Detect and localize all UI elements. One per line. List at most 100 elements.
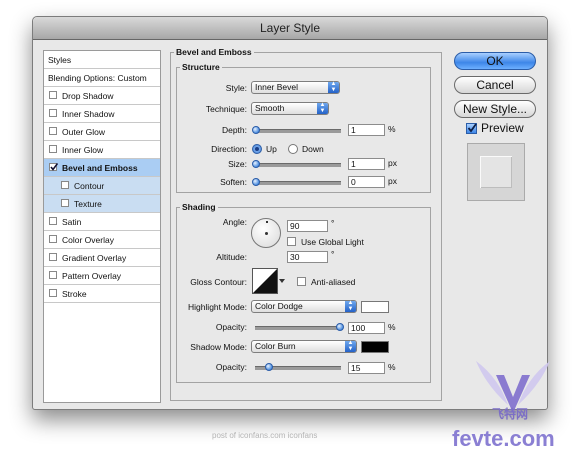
style-item-drop-shadow[interactable]: Drop Shadow: [44, 87, 160, 105]
soften-input[interactable]: 0: [348, 176, 385, 188]
style-item-pattern-overlay[interactable]: Pattern Overlay: [44, 267, 160, 285]
style-item-contour[interactable]: Contour: [44, 177, 160, 195]
angle-marker: [266, 221, 268, 223]
altitude-input[interactable]: 30: [287, 251, 328, 263]
highlight-opacity-slider-knob[interactable]: [336, 323, 344, 331]
outer-glow-label: Outer Glow: [62, 127, 105, 137]
contour-label: Contour: [74, 181, 105, 191]
highlight-opacity-unit: %: [388, 322, 396, 332]
shadow-opacity-input[interactable]: 15: [348, 362, 385, 374]
highlight-opacity-label: Opacity:: [215, 322, 247, 332]
style-item-outer-glow[interactable]: Outer Glow: [44, 123, 160, 141]
style-item-gradient-overlay[interactable]: Gradient Overlay: [44, 249, 160, 267]
styles-header-item[interactable]: Styles: [44, 51, 160, 69]
highlight-color-swatch[interactable]: [361, 301, 389, 313]
ok-button[interactable]: OK: [454, 52, 536, 70]
inner-shadow-checkbox[interactable]: [49, 109, 57, 117]
shadow-color-swatch[interactable]: [361, 341, 389, 353]
highlight-mode-dropdown[interactable]: Color Dodge ▲ ▼: [251, 300, 357, 313]
inner-glow-label: Inner Glow: [62, 145, 104, 155]
size-slider-knob[interactable]: [252, 160, 260, 168]
drop-shadow-checkbox[interactable]: [49, 91, 57, 99]
depth-slider-track[interactable]: [255, 129, 341, 133]
size-input[interactable]: 1: [348, 158, 385, 170]
dialog-title: Layer Style: [259, 21, 321, 35]
altitude-unit: °: [331, 249, 335, 259]
styles-header-label: Styles: [48, 55, 72, 65]
chevron-down-icon[interactable]: [279, 279, 285, 283]
soften-label: Soften:: [220, 177, 247, 187]
shadow-mode-dropdown[interactable]: Color Burn ▲ ▼: [251, 340, 357, 353]
soften-slider-knob[interactable]: [252, 178, 260, 186]
style-item-inner-glow[interactable]: Inner Glow: [44, 141, 160, 159]
depth-input[interactable]: 1: [348, 124, 385, 136]
bevel-and-emboss-checkbox[interactable]: [49, 163, 58, 171]
direction-down-radio[interactable]: [288, 144, 298, 154]
soften-slider-track[interactable]: [255, 181, 341, 185]
color-overlay-checkbox[interactable]: [49, 235, 57, 243]
altitude-label: Altitude:: [216, 252, 247, 262]
style-item-stroke[interactable]: Stroke: [44, 285, 160, 303]
outer-glow-checkbox[interactable]: [49, 127, 57, 135]
preview-checkbox[interactable]: [466, 123, 477, 134]
technique-dropdown[interactable]: Smooth ▲ ▼: [251, 102, 329, 115]
pattern-overlay-label: Pattern Overlay: [62, 271, 122, 281]
angle-unit: °: [331, 218, 335, 228]
satin-checkbox[interactable]: [49, 217, 57, 225]
gradient-overlay-label: Gradient Overlay: [62, 253, 127, 263]
highlight-opacity-input[interactable]: 100: [348, 322, 385, 334]
style-item-color-overlay[interactable]: Color Overlay: [44, 231, 160, 249]
blending-options-item[interactable]: Blending Options: Custom: [44, 69, 160, 87]
inner-glow-checkbox[interactable]: [49, 145, 57, 153]
size-unit: px: [388, 158, 397, 168]
angle-input[interactable]: 90: [287, 220, 328, 232]
anti-aliased-checkbox[interactable]: [297, 277, 306, 286]
style-dropdown-value: Inner Bevel: [255, 82, 298, 92]
gloss-contour-preview[interactable]: [252, 268, 278, 294]
shadow-opacity-slider-knob[interactable]: [264, 363, 273, 371]
cancel-button[interactable]: Cancel: [454, 76, 536, 94]
technique-dropdown-value: Smooth: [255, 103, 285, 113]
shadow-mode-label: Shadow Mode:: [190, 342, 247, 352]
style-item-texture[interactable]: Texture: [44, 195, 160, 213]
drop-shadow-label: Drop Shadow: [62, 91, 114, 101]
bevel-and-emboss-title: Bevel and Emboss: [174, 47, 254, 57]
dialog-titlebar[interactable]: Layer Style: [33, 17, 547, 40]
direction-down-label: Down: [302, 144, 324, 154]
technique-label: Technique:: [205, 104, 247, 114]
depth-slider-knob[interactable]: [252, 126, 260, 134]
preview-label: Preview: [481, 121, 524, 135]
gradient-overlay-checkbox[interactable]: [49, 253, 57, 261]
texture-label: Texture: [74, 199, 102, 209]
size-label: Size:: [228, 159, 247, 169]
shading-title: Shading: [180, 202, 218, 212]
shadow-mode-value: Color Burn: [255, 341, 296, 351]
bevel-and-emboss-label: Bevel and Emboss: [62, 163, 138, 173]
depth-label: Depth:: [221, 125, 247, 135]
shadow-opacity-label: Opacity:: [215, 362, 247, 372]
direction-up-label: Up: [266, 144, 277, 154]
dropdown-arrows-icon: ▲ ▼: [317, 102, 328, 114]
style-item-satin[interactable]: Satin: [44, 213, 160, 231]
checkmark-icon: [50, 163, 58, 171]
direction-up-radio[interactable]: [252, 144, 262, 154]
use-global-light-checkbox[interactable]: [287, 237, 296, 246]
depth-unit: %: [388, 124, 396, 134]
style-item-bevel-and-emboss[interactable]: Bevel and Emboss: [44, 159, 160, 177]
style-item-inner-shadow[interactable]: Inner Shadow: [44, 105, 160, 123]
watermark-logo-text: 飞特网: [492, 407, 529, 421]
pattern-overlay-checkbox[interactable]: [49, 271, 57, 279]
style-dropdown[interactable]: Inner Bevel ▲ ▼: [251, 81, 340, 94]
dropdown-arrows-icon: ▲ ▼: [345, 300, 356, 312]
size-slider-track[interactable]: [255, 163, 341, 167]
new-style-button[interactable]: New Style...: [454, 100, 536, 118]
direction-label: Direction:: [211, 144, 247, 154]
texture-checkbox[interactable]: [61, 199, 69, 207]
highlight-opacity-slider-track[interactable]: [255, 326, 341, 330]
angle-label: Angle:: [222, 217, 247, 227]
contour-checkbox[interactable]: [61, 181, 69, 189]
stroke-label: Stroke: [62, 289, 87, 299]
shadow-opacity-unit: %: [388, 362, 396, 372]
angle-wheel[interactable]: [251, 218, 281, 248]
stroke-checkbox[interactable]: [49, 289, 57, 297]
